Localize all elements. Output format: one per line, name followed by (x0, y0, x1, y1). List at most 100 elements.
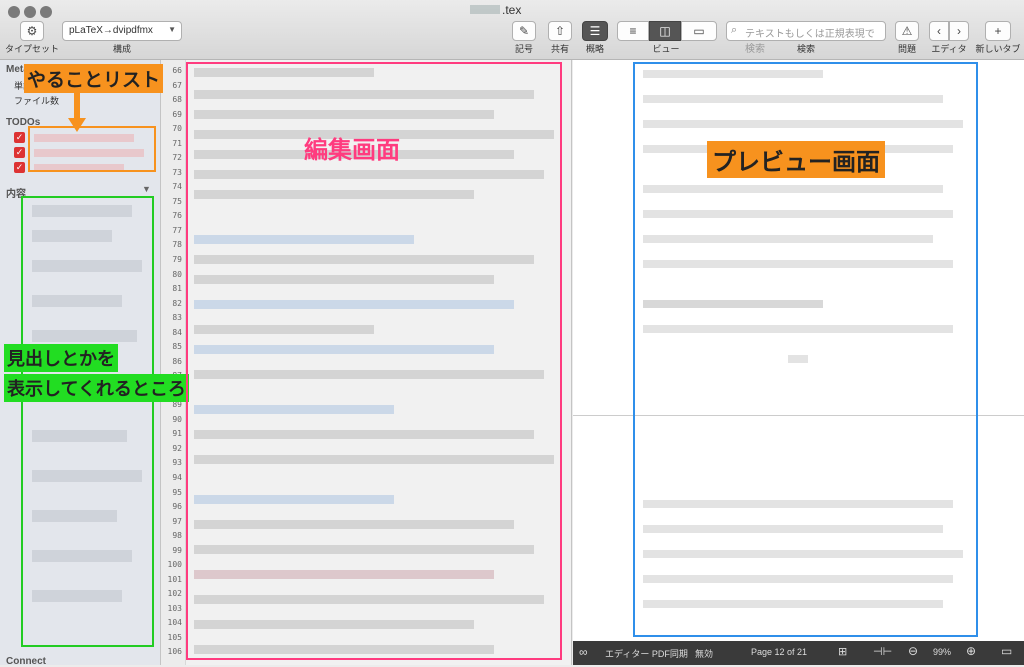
line-number: 72 (172, 153, 182, 163)
editor-forward-button[interactable]: › (949, 21, 969, 41)
line-number: 100 (167, 560, 182, 570)
warning-icon: ⚠ (901, 24, 913, 38)
zoom-button[interactable] (40, 6, 52, 18)
line-number: 71 (172, 138, 182, 148)
share-icon: ⇧ (554, 24, 566, 38)
outline-button[interactable]: ☰ (582, 21, 608, 41)
arrow-down-icon (68, 118, 86, 132)
chevron-down-icon: ▼ (168, 25, 176, 34)
view-label: ビュー (652, 44, 680, 54)
todo-arrow (74, 90, 80, 120)
line-number: 84 (172, 327, 182, 337)
outline-annotation-line1: 見出しとかを (4, 344, 118, 372)
page-indicator: Page 12 of 21 (751, 647, 808, 657)
symbols-label: 記号 (514, 44, 533, 54)
brush-icon: ✎ (518, 24, 530, 38)
filter-icon[interactable]: ▼ (142, 184, 151, 194)
view-editor-button[interactable]: ≡ (617, 21, 649, 41)
preview-annotation-label: プレビュー画面 (707, 141, 885, 178)
config-label: 構成 (112, 44, 131, 54)
symbols-button[interactable]: ✎ (512, 21, 536, 41)
editor-label: エディタ (931, 44, 967, 54)
line-number: 83 (172, 313, 182, 323)
chevron-left-icon: ‹ (937, 24, 941, 38)
window-title: .tex (470, 3, 560, 17)
line-number: 76 (172, 211, 182, 221)
split-view-icon: ◫ (659, 24, 671, 38)
line-number: 96 (172, 502, 182, 512)
list-icon: ☰ (589, 24, 601, 38)
minimize-button[interactable] (24, 6, 36, 18)
line-number: 66 (172, 66, 182, 75)
line-number: 81 (172, 284, 182, 294)
todo-annotation-box (28, 126, 156, 172)
typeset-button[interactable]: ⚙ (20, 21, 44, 41)
line-number: 74 (172, 182, 182, 192)
todo-annotation-label: やることリスト (24, 64, 164, 93)
line-number: 91 (172, 429, 182, 439)
todo-check-icon[interactable]: ✓ (14, 162, 25, 173)
zoom-level: 99% (933, 647, 952, 657)
grid-icon[interactable]: ⊞ (838, 645, 847, 658)
editor-back-button[interactable]: ‹ (929, 21, 949, 41)
outline-annotation-box (21, 196, 154, 647)
line-number: 101 (167, 574, 182, 584)
plus-icon: + (994, 24, 1002, 38)
line-number: 79 (172, 254, 182, 264)
display-icon[interactable]: ▭ (1001, 644, 1012, 658)
line-number: 68 (172, 95, 182, 105)
outline-annotation-line2: 表示してくれるところ (4, 374, 189, 402)
line-number: 102 (167, 589, 182, 599)
issues-label: 問題 (897, 44, 916, 54)
line-number: 70 (172, 124, 182, 134)
line-number: 93 (172, 458, 182, 468)
line-number: 75 (172, 196, 182, 206)
share-label: 共有 (550, 44, 569, 54)
zoom-in-icon[interactable]: ⊕ (966, 644, 976, 658)
view-split-button[interactable]: ◫ (649, 21, 681, 41)
gear-icon: ⚙ (26, 24, 38, 38)
todo-check-icon[interactable]: ✓ (14, 147, 25, 158)
fit-width-icon[interactable]: ⊣⊢ (873, 645, 892, 658)
chevron-right-icon: › (957, 24, 961, 38)
issues-button[interactable]: ⚠ (895, 21, 919, 41)
line-number: 85 (172, 342, 182, 352)
line-number: 105 (167, 632, 182, 642)
todo-check-icon[interactable]: ✓ (14, 132, 25, 143)
preview-statusbar: ∞ エディター PDF同期 無効 Page 12 of 21 ⊞ ⊣⊢ ⊖ 99… (573, 641, 1024, 665)
new-tab-button[interactable]: + (985, 21, 1011, 41)
outline-label: 概略 (585, 44, 604, 54)
window-toolbar: .tex ⚙ タイプセット pLaTeX→dvipdfmx ▼ 構成 ✎ 記号 ⇧… (0, 0, 1024, 60)
sync-value[interactable]: 無効 (695, 647, 713, 660)
line-number: 80 (172, 269, 182, 279)
line-number: 95 (172, 487, 182, 497)
line-number: 94 (172, 473, 182, 483)
preview-only-icon: ▭ (693, 24, 705, 38)
line-number: 82 (172, 298, 182, 308)
zoom-out-icon[interactable]: ⊖ (908, 644, 918, 658)
meta-item-files: ファイル数 (14, 96, 60, 106)
connect-label: Connect (6, 656, 46, 667)
search-icon: ⌕ (731, 24, 738, 36)
sync-label: エディター PDF同期 (605, 649, 688, 659)
line-number: 77 (172, 225, 182, 235)
line-number: 86 (172, 356, 182, 366)
line-number: 97 (172, 516, 182, 526)
editor-annotation-label: 編集画面 (304, 136, 400, 164)
line-number: 99 (172, 545, 182, 555)
line-number: 92 (172, 443, 182, 453)
line-number: 67 (172, 80, 182, 90)
new-tab-label: 新しいタブ (975, 44, 1021, 54)
line-number: 106 (167, 647, 182, 657)
search-label: 検索 (796, 44, 815, 54)
sync-icon[interactable]: ∞ (579, 645, 588, 659)
line-number: 98 (172, 531, 182, 541)
line-number: 69 (172, 109, 182, 119)
line-number: 103 (167, 603, 182, 613)
config-select[interactable]: pLaTeX→dvipdfmx ▼ (62, 21, 182, 41)
share-button[interactable]: ⇧ (548, 21, 572, 41)
view-preview-button[interactable]: ▭ (681, 21, 717, 41)
line-number: 78 (172, 240, 182, 250)
search-input[interactable]: ⌕ テキストもしくは正規表現で検索 (726, 21, 886, 55)
close-button[interactable] (8, 6, 20, 18)
